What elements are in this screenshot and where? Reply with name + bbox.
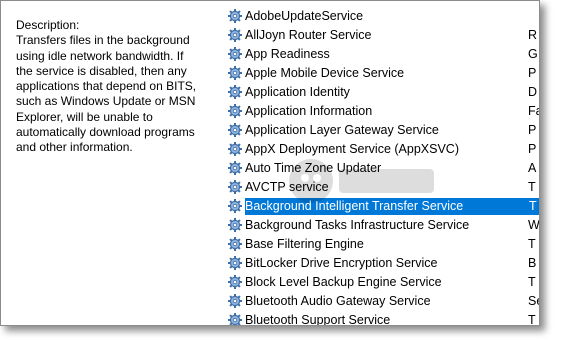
gear-icon: [228, 180, 242, 194]
service-name: Apple Mobile Device Service: [245, 66, 405, 80]
service-name: Bluetooth Support Service: [245, 313, 391, 326]
service-name: Application Layer Gateway Service: [245, 123, 439, 137]
service-row[interactable]: BitLocker Drive Encryption Service B: [224, 254, 539, 273]
service-row[interactable]: Background Intelligent Transfer Service T: [224, 197, 539, 216]
gear-icon: [228, 123, 242, 137]
service-description-cell: D: [528, 85, 538, 99]
gear-icon: [228, 294, 242, 308]
service-name: BitLocker Drive Encryption Service: [245, 256, 438, 270]
gear-icon: [228, 313, 242, 325]
gear-icon: [228, 28, 242, 42]
gear-icon: [228, 85, 242, 99]
service-row[interactable]: AdobeUpdateService: [224, 7, 539, 26]
services-window-crop: Description: Transfers files in the back…: [0, 0, 540, 326]
service-name: AppX Deployment Service (AppXSVC): [245, 142, 459, 156]
service-description-cell: G: [528, 47, 538, 61]
gear-icon: [228, 237, 242, 251]
service-description-cell: P: [528, 66, 537, 80]
gear-icon: [228, 104, 242, 118]
service-row[interactable]: Base Filtering Engine T: [224, 235, 539, 254]
description-panel: Description: Transfers files in the back…: [16, 18, 201, 156]
description-heading: Description:: [16, 18, 80, 32]
service-row[interactable]: Application Information Fa: [224, 102, 539, 121]
service-row[interactable]: Apple Mobile Device Service P: [224, 64, 539, 83]
service-description-cell: T: [528, 198, 539, 215]
service-row[interactable]: Application Identity D: [224, 83, 539, 102]
service-row[interactable]: Auto Time Zone Updater A: [224, 159, 539, 178]
gear-icon: [228, 218, 242, 232]
service-row[interactable]: AppX Deployment Service (AppXSVC) P: [224, 140, 539, 159]
service-description-cell: T: [528, 275, 536, 289]
service-description-cell: T: [528, 313, 536, 326]
service-row[interactable]: Bluetooth Support Service T: [224, 311, 539, 326]
service-name: Application Information: [245, 104, 373, 118]
service-row[interactable]: AllJoyn Router Service R: [224, 26, 539, 45]
service-name: App Readiness: [245, 47, 330, 61]
service-description-cell: T: [528, 237, 536, 251]
service-name: Background Intelligent Transfer Service: [245, 198, 534, 215]
service-row[interactable]: AVCTP service T: [224, 178, 539, 197]
service-description-cell: R: [528, 28, 538, 42]
service-name: Block Level Backup Engine Service: [245, 275, 442, 289]
gear-icon: [228, 161, 242, 175]
service-row[interactable]: Bluetooth Audio Gateway Service Se: [224, 292, 539, 311]
service-row[interactable]: Block Level Backup Engine Service T: [224, 273, 539, 292]
service-name: Bluetooth Audio Gateway Service: [245, 294, 431, 308]
gear-icon: [228, 275, 242, 289]
gear-icon: [228, 47, 242, 61]
service-row[interactable]: Application Layer Gateway Service P: [224, 121, 539, 140]
gear-icon: [228, 199, 242, 213]
gear-icon: [228, 66, 242, 80]
service-description-cell: P: [528, 142, 537, 156]
service-name: Background Tasks Infrastructure Service: [245, 218, 470, 232]
service-row[interactable]: Background Tasks Infrastructure Service W: [224, 216, 540, 235]
service-name: AVCTP service: [245, 180, 329, 194]
service-description-cell: A: [528, 161, 537, 175]
service-description-cell: B: [528, 256, 537, 270]
service-name: AllJoyn Router Service: [245, 28, 372, 42]
service-name: AdobeUpdateService: [245, 9, 364, 23]
service-name: Auto Time Zone Updater: [245, 161, 382, 175]
service-description-cell: W: [528, 218, 540, 232]
service-description-cell: Se: [528, 294, 539, 308]
service-name: Application Identity: [245, 85, 350, 99]
description-text: Transfers files in the background using …: [16, 33, 197, 155]
service-description-cell: Fa: [528, 104, 539, 118]
gear-icon: [228, 256, 242, 270]
gear-icon: [228, 142, 242, 156]
service-row[interactable]: App Readiness G: [224, 45, 539, 64]
service-name: Base Filtering Engine: [245, 237, 364, 251]
service-description-cell: P: [528, 123, 537, 137]
service-description-cell: T: [528, 180, 536, 194]
gear-icon: [228, 9, 242, 23]
services-list: AdobeUpdateService AllJoyn Router Service…: [224, 7, 540, 326]
